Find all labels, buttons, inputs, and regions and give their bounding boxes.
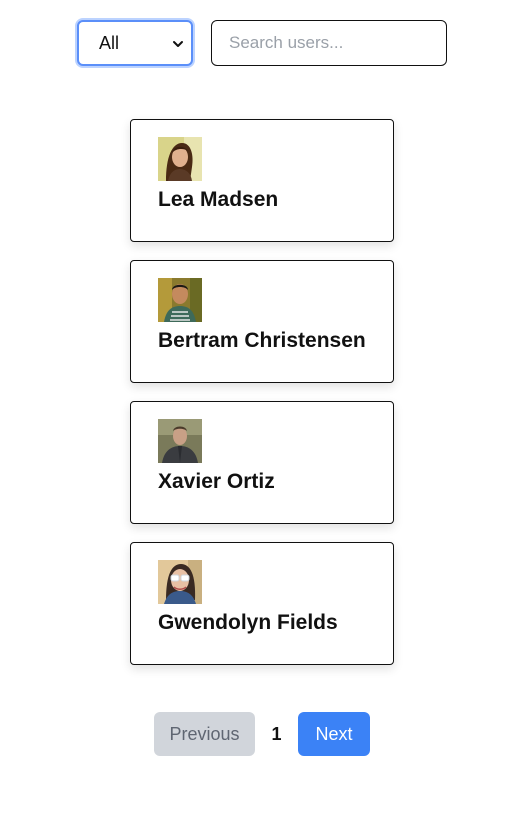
search-input[interactable] [229, 33, 429, 53]
filter-select-value: All [99, 32, 120, 53]
user-name: Gwendolyn Fields [158, 611, 338, 634]
previous-button[interactable]: Previous [154, 712, 255, 756]
pagination: Previous 1 Next [154, 712, 370, 756]
chevron-down-icon [171, 35, 185, 49]
user-list: Lea Madsen Bertram Christensen Xavier Or… [130, 119, 394, 683]
search-field[interactable] [211, 20, 447, 66]
user-card[interactable]: Gwendolyn Fields [130, 542, 394, 665]
avatar [158, 419, 202, 463]
current-page-number: 1 [271, 723, 282, 744]
user-name: Xavier Ortiz [158, 470, 275, 493]
filter-bar: All [77, 20, 447, 66]
user-card[interactable]: Bertram Christensen [130, 260, 394, 383]
next-button[interactable]: Next [298, 712, 370, 756]
user-card[interactable]: Lea Madsen [130, 119, 394, 242]
user-name: Bertram Christensen [158, 329, 366, 352]
avatar [158, 137, 202, 181]
avatar [158, 278, 202, 322]
user-name: Lea Madsen [158, 188, 279, 211]
filter-select[interactable]: All [77, 20, 193, 66]
avatar [158, 560, 202, 604]
user-card[interactable]: Xavier Ortiz [130, 401, 394, 524]
